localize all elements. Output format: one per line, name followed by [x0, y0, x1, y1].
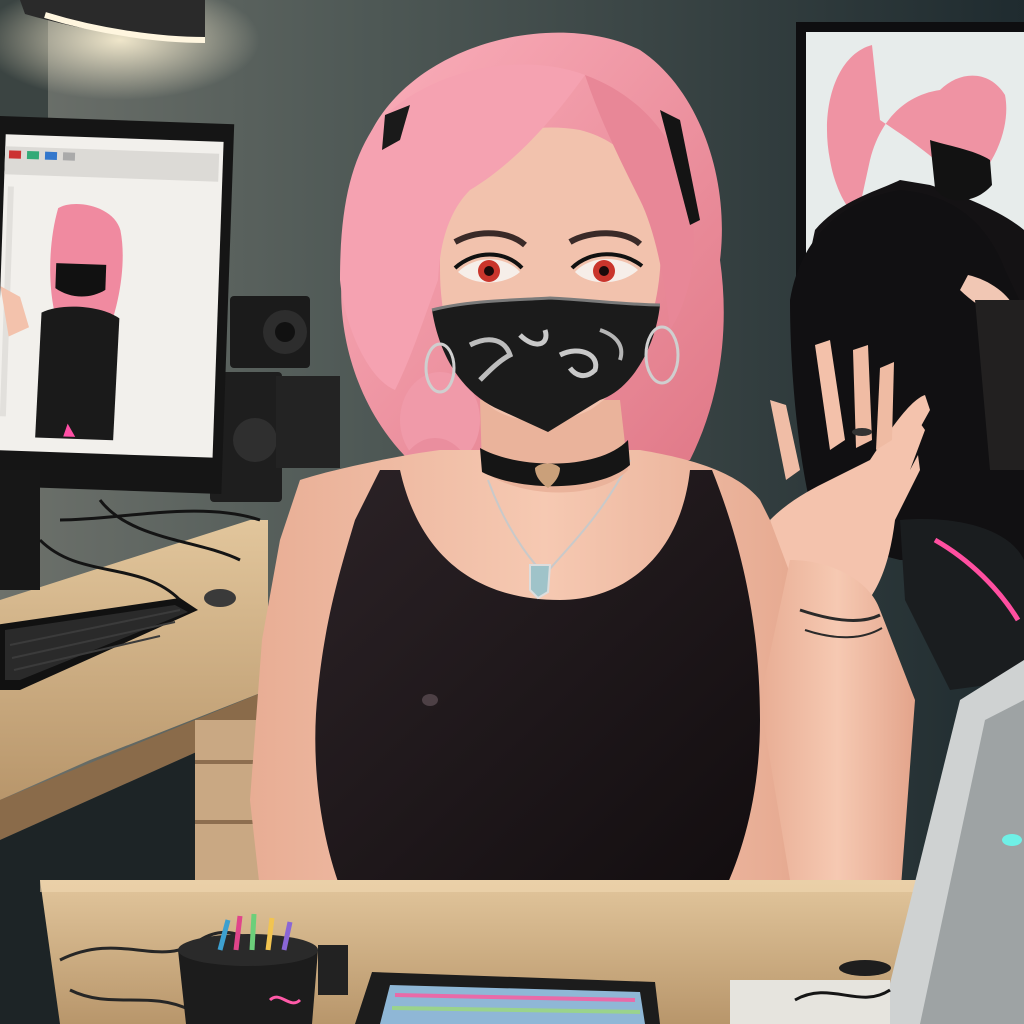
small-box	[318, 945, 348, 995]
mouse-icon	[204, 589, 236, 607]
paper	[730, 980, 890, 1024]
pendant	[529, 564, 552, 600]
desk-mouse	[839, 960, 891, 976]
illustration-scene	[0, 0, 1024, 1024]
scene-svg	[0, 0, 1024, 1024]
ring	[852, 428, 872, 436]
